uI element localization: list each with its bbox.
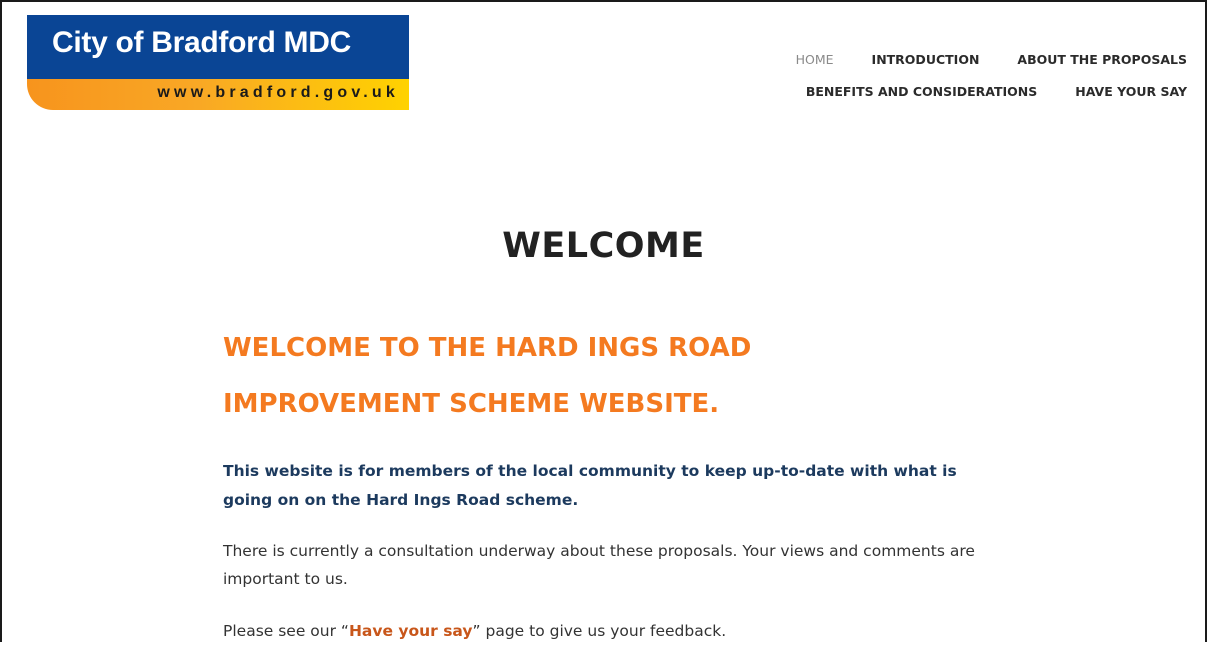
logo-url: www.bradford.gov.uk [157, 84, 399, 101]
feedback-text-after: ” page to give us your feedback. [472, 622, 727, 640]
logo-banner: City of Bradford MDC [27, 15, 409, 79]
nav-have-your-say[interactable]: HAVE YOUR SAY [1075, 84, 1187, 99]
page-title: WELCOME [502, 226, 705, 266]
feedback-text-before: Please see our “ [223, 622, 349, 640]
nav-home[interactable]: HOME [796, 52, 834, 67]
have-your-say-link[interactable]: Have your say [349, 622, 473, 640]
nav-introduction[interactable]: INTRODUCTION [872, 52, 980, 67]
bradford-logo[interactable]: City of Bradford MDC www.bradford.gov.uk [27, 15, 409, 110]
nav-benefits-and-considerations[interactable]: BENEFITS AND CONSIDERATIONS [806, 84, 1037, 99]
intro-paragraph: This website is for members of the local… [223, 462, 957, 509]
page-subtitle: WELCOME TO THE HARD INGS ROAD IMPROVEMEN… [223, 320, 983, 432]
nav-about-the-proposals[interactable]: ABOUT THE PROPOSALS [1017, 52, 1187, 67]
logo-title: City of Bradford MDC [52, 26, 351, 59]
feedback-paragraph: Please see our “Have your say” page to g… [223, 617, 983, 645]
nav-row-1: HOME INTRODUCTION ABOUT THE PROPOSALS [758, 52, 1187, 67]
consultation-paragraph: There is currently a consultation underw… [223, 542, 975, 588]
nav-row-2: BENEFITS AND CONSIDERATIONS HAVE YOUR SA… [768, 84, 1187, 99]
logo-url-strip: www.bradford.gov.uk [27, 79, 409, 110]
subtitle-line-1: WELCOME TO THE HARD INGS ROAD [223, 333, 752, 363]
subtitle-line-2: IMPROVEMENT SCHEME WEBSITE. [223, 389, 720, 419]
